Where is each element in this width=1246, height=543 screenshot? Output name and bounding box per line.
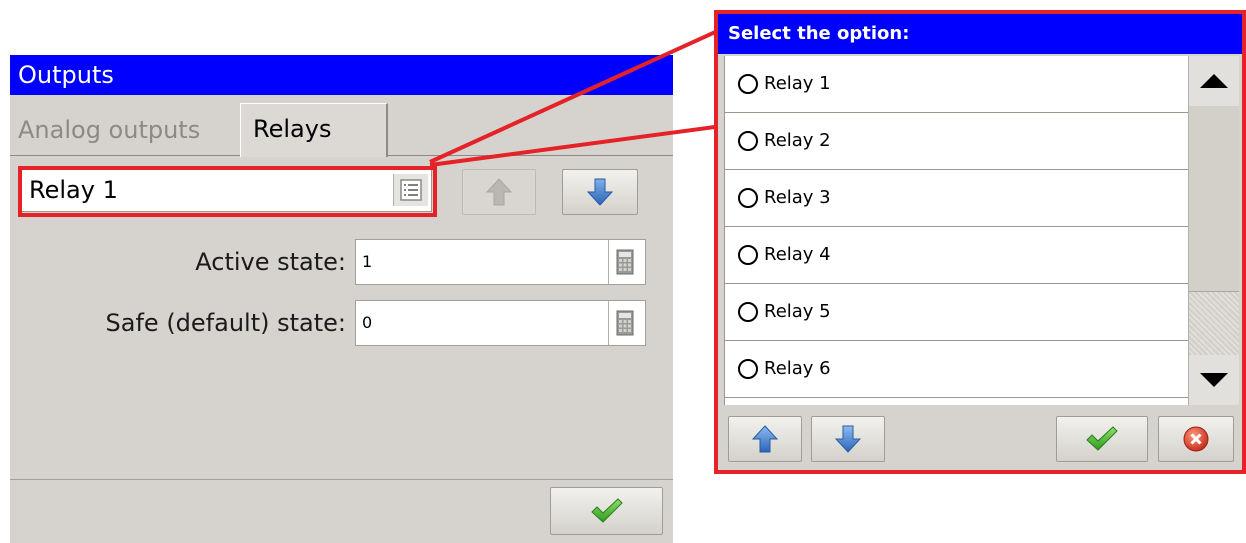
highlight-frame [714,10,1246,474]
calculator-icon[interactable] [608,301,640,345]
calculator-icon[interactable] [608,240,640,284]
checkmark-icon [590,498,623,523]
footer-divider [10,479,673,480]
next-relay-button[interactable] [562,169,638,215]
select-option-dialog: Select the option: Relay 1 Relay 2 Relay… [714,10,1246,474]
tab-divider [388,155,673,156]
tab-relays[interactable]: Relays [240,103,388,157]
ok-button[interactable] [550,487,663,535]
tab-analog-outputs[interactable]: Analog outputs [14,103,240,155]
safe-state-input[interactable]: 0 [355,300,646,346]
tab-divider [10,155,240,156]
arrow-down-icon [586,178,614,206]
active-state-input[interactable]: 1 [355,239,646,285]
highlight-frame [18,166,437,217]
safe-state-value: 0 [362,313,373,332]
prev-relay-button[interactable] [462,169,536,215]
active-state-label: Active state: [195,248,346,276]
arrow-up-icon [485,178,513,206]
window-title: Outputs [10,55,673,95]
active-state-value: 1 [362,252,373,271]
safe-state-label: Safe (default) state: [105,309,346,337]
outputs-window: Outputs Analog outputs Relays Relay 1 Ac… [10,55,673,543]
